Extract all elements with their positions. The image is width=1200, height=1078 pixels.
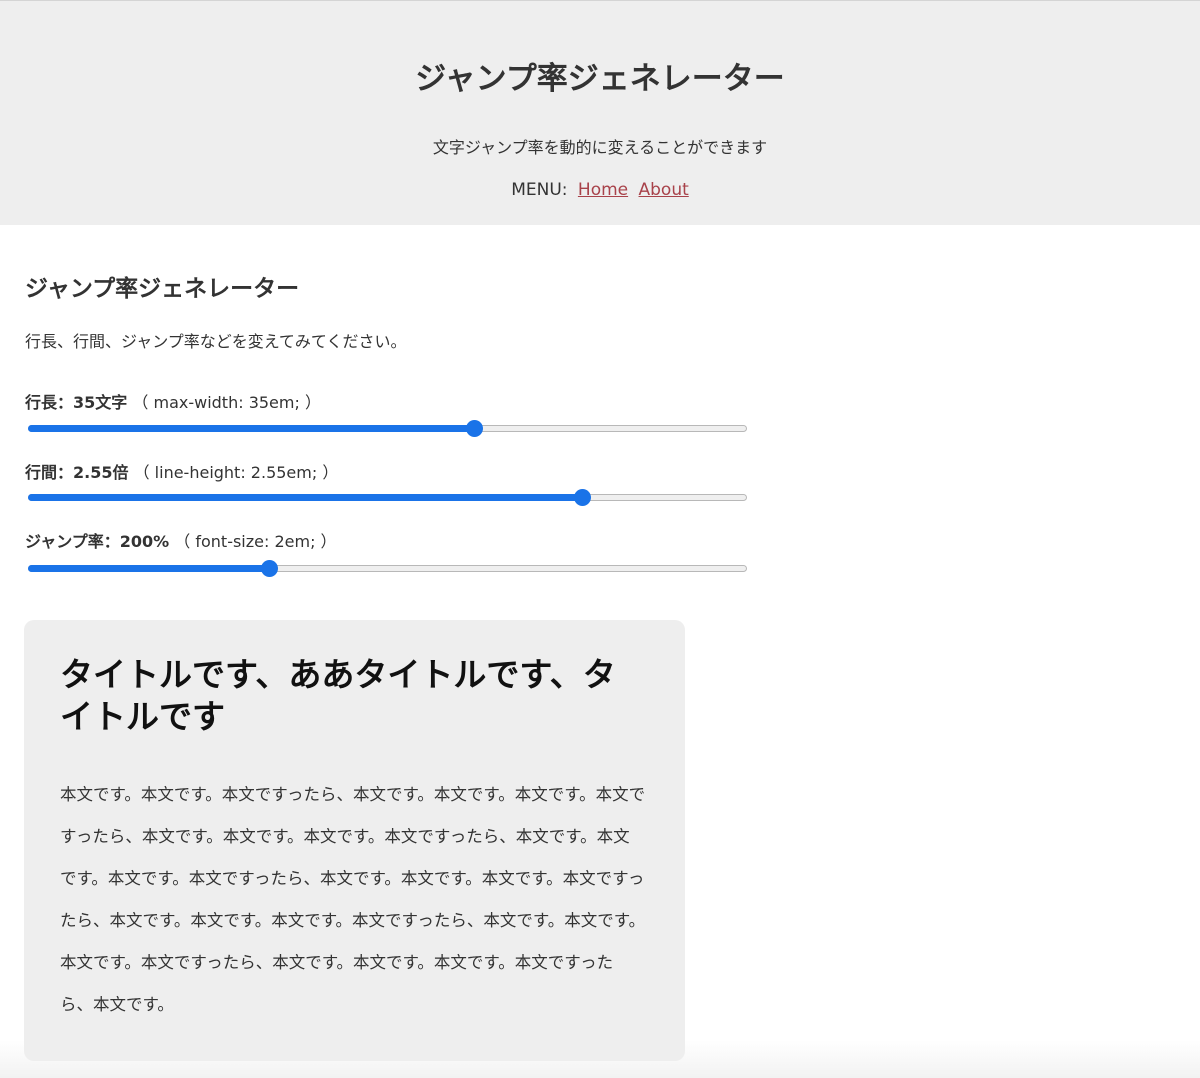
line-height-label: 行間：2.55倍 （ line-height: 2.55em; ）	[25, 462, 338, 484]
slider-thumb[interactable]	[573, 489, 591, 506]
site-header: ジャンプ率ジェネレーター 文字ジャンプ率を動的に変えることができます MENU:…	[0, 0, 1200, 225]
slider-fill	[28, 565, 269, 572]
slider-thumb[interactable]	[260, 560, 278, 577]
line-height-label-name: 行間：	[25, 463, 74, 482]
menu-link-home[interactable]: Home	[578, 180, 628, 200]
slider-fill	[28, 494, 582, 501]
slider-fill	[28, 425, 474, 432]
jump-rate-value: 200%	[119, 532, 170, 551]
jump-rate-css: （ font-size: 2em; ）	[174, 532, 337, 551]
site-title: ジャンプ率ジェネレーター	[415, 61, 785, 97]
line-length-slider[interactable]	[28, 417, 747, 441]
preview-body: 本文です。本文です。本文ですったら、本文です。本文です。本文です。本文ですったら…	[60, 785, 646, 1014]
preview-box: タイトルです、ああタイトルです、タイトルです 本文です。本文です。本文ですったら…	[24, 620, 685, 1061]
jump-rate-label: ジャンプ率：200% （ font-size: 2em; ）	[25, 531, 337, 553]
line-height-value: 2.55倍	[73, 463, 129, 482]
intro-text: 行長、行間、ジャンプ率などを変えてみてください。	[25, 332, 407, 351]
preview-title: タイトルです、ああタイトルです、タイトルです	[60, 655, 616, 736]
line-height-css: （ line-height: 2.55em; ）	[133, 463, 339, 482]
page-title: ジャンプ率ジェネレーター	[25, 276, 300, 302]
slider-thumb[interactable]	[465, 420, 483, 437]
line-length-css: （ max-width: 35em; ）	[132, 393, 321, 412]
jump-rate-slider[interactable]	[28, 557, 747, 581]
line-length-value: 35文字	[73, 393, 128, 412]
line-length-label: 行長：35文字 （ max-width: 35em; ）	[25, 392, 321, 414]
line-height-slider[interactable]	[28, 486, 747, 510]
site-description: 文字ジャンプ率を動的に変えることができます	[432, 138, 768, 157]
jump-rate-label-name: ジャンプ率：	[25, 532, 120, 551]
main-menu: MENU: Home About	[0, 178, 1200, 202]
menu-link-about[interactable]: About	[639, 180, 689, 200]
line-length-label-name: 行長：	[25, 393, 74, 412]
menu-label: MENU:	[511, 180, 568, 200]
